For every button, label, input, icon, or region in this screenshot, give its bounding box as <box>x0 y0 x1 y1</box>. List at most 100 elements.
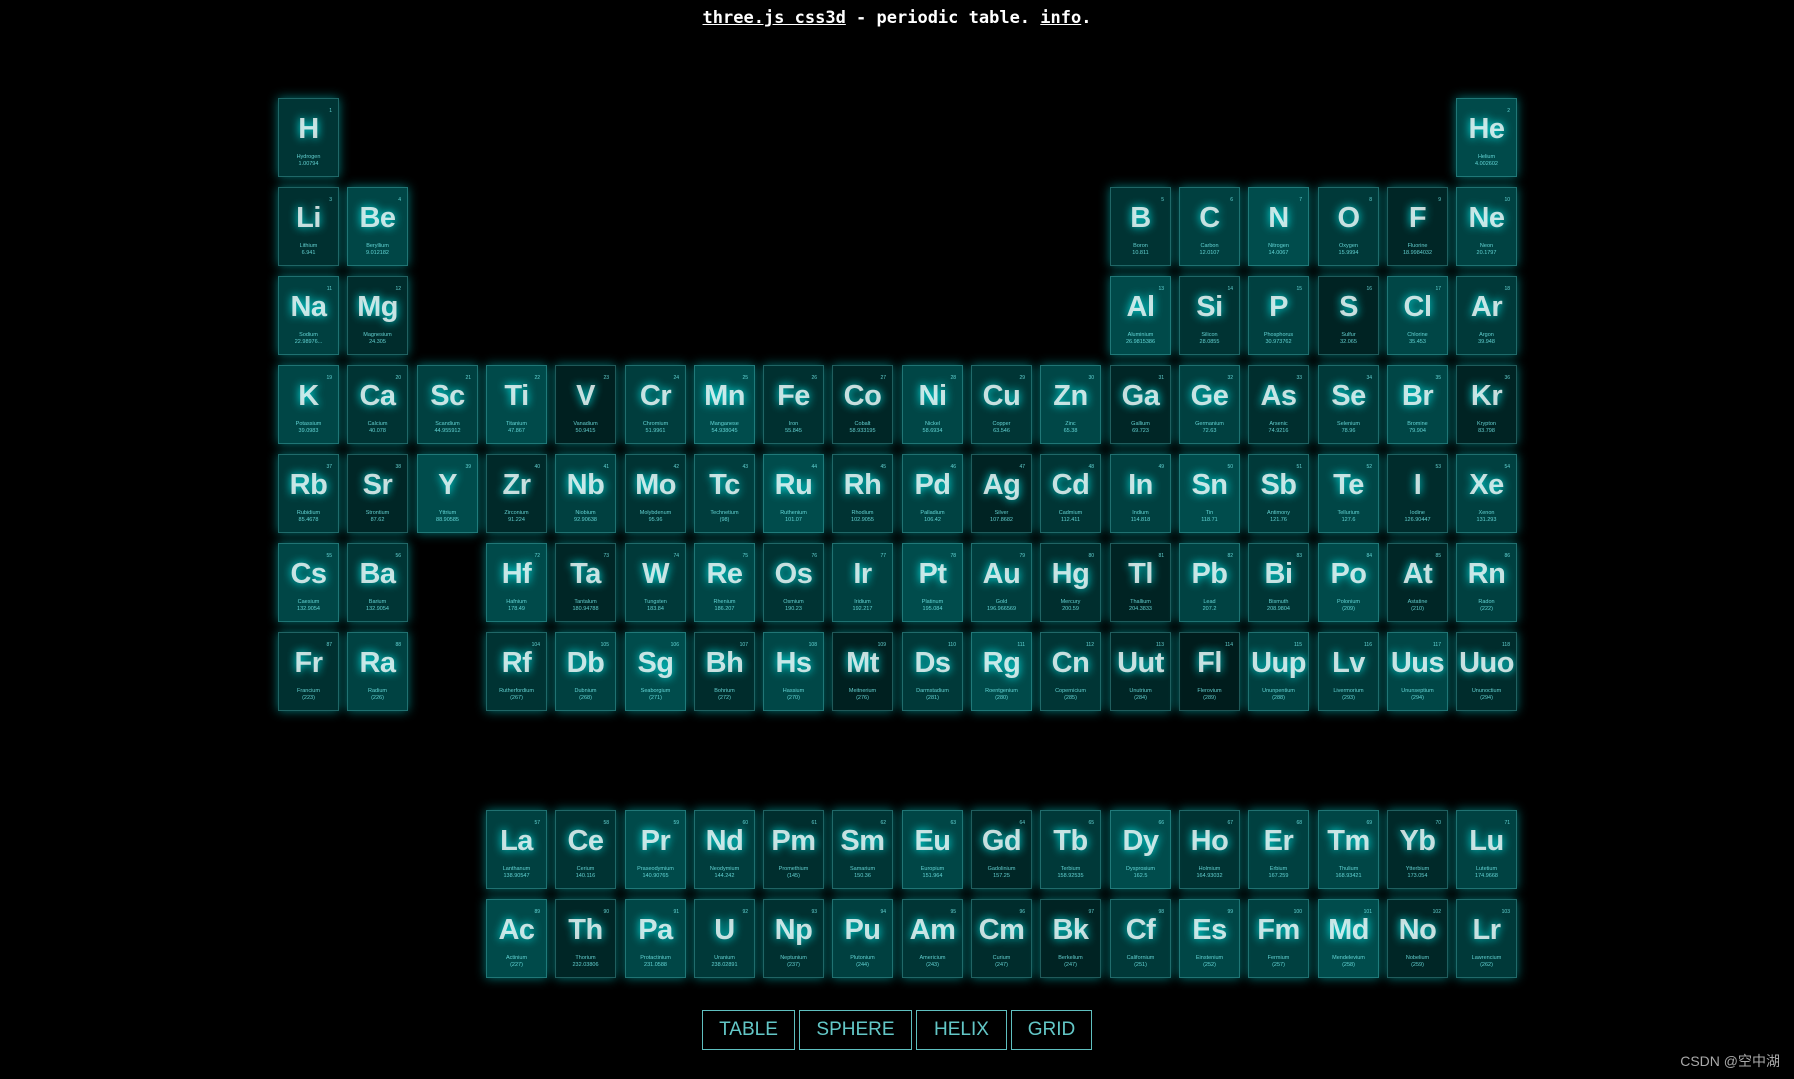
element-tile-ta[interactable]: 73 Ta Tantalum 180.94788 <box>555 543 616 622</box>
element-tile-rh[interactable]: 45 Rh Rhodium 102.9055 <box>832 454 893 533</box>
element-tile-po[interactable]: 84 Po Polonium (209) <box>1318 543 1379 622</box>
element-tile-uuo[interactable]: 118 Uuo Ununoctium (294) <box>1456 632 1517 711</box>
element-tile-mt[interactable]: 109 Mt Meitnerium (276) <box>832 632 893 711</box>
element-tile-rg[interactable]: 111 Rg Roentgenium (280) <box>971 632 1032 711</box>
element-tile-ne[interactable]: 10 Ne Neon 20.1797 <box>1456 187 1517 266</box>
element-tile-li[interactable]: 3 Li Lithium 6.941 <box>278 187 339 266</box>
element-tile-fr[interactable]: 87 Fr Francium (223) <box>278 632 339 711</box>
element-tile-db[interactable]: 105 Db Dubnium (268) <box>555 632 616 711</box>
element-tile-sg[interactable]: 106 Sg Seaborgium (271) <box>625 632 686 711</box>
element-tile-ge[interactable]: 32 Ge Germanium 72.63 <box>1179 365 1240 444</box>
element-tile-pb[interactable]: 82 Pb Lead 207.2 <box>1179 543 1240 622</box>
element-tile-lr[interactable]: 103 Lr Lawrencium (262) <box>1456 899 1517 978</box>
element-tile-bk[interactable]: 97 Bk Berkelium (247) <box>1040 899 1101 978</box>
element-tile-cm[interactable]: 96 Cm Curium (247) <box>971 899 1032 978</box>
element-tile-ru[interactable]: 44 Ru Ruthenium 101.07 <box>763 454 824 533</box>
element-tile-u[interactable]: 92 U Uranium 238.02891 <box>694 899 755 978</box>
element-tile-fe[interactable]: 26 Fe Iron 55.845 <box>763 365 824 444</box>
element-tile-tb[interactable]: 65 Tb Terbium 158.92535 <box>1040 810 1101 889</box>
element-tile-bi[interactable]: 83 Bi Bismuth 208.9804 <box>1248 543 1309 622</box>
element-tile-ac[interactable]: 89 Ac Actinium (227) <box>486 899 547 978</box>
element-tile-gd[interactable]: 64 Gd Gadolinium 157.25 <box>971 810 1032 889</box>
element-tile-pa[interactable]: 91 Pa Protactinium 231.0588 <box>625 899 686 978</box>
element-tile-kr[interactable]: 36 Kr Krypton 83.798 <box>1456 365 1517 444</box>
element-tile-al[interactable]: 13 Al Aluminium 26.9815386 <box>1110 276 1171 355</box>
element-tile-n[interactable]: 7 N Nitrogen 14.0067 <box>1248 187 1309 266</box>
element-tile-zn[interactable]: 30 Zn Zinc 65.38 <box>1040 365 1101 444</box>
helix-button[interactable]: HELIX <box>916 1010 1007 1050</box>
sphere-button[interactable]: SPHERE <box>799 1010 912 1050</box>
element-tile-bh[interactable]: 107 Bh Bohrium (272) <box>694 632 755 711</box>
element-tile-tm[interactable]: 69 Tm Thulium 168.93421 <box>1318 810 1379 889</box>
element-tile-v[interactable]: 23 V Vanadium 50.9415 <box>555 365 616 444</box>
element-tile-ag[interactable]: 47 Ag Silver 107.8682 <box>971 454 1032 533</box>
element-tile-na[interactable]: 11 Na Sodium 22.98976... <box>278 276 339 355</box>
element-tile-ba[interactable]: 56 Ba Barium 132.9054 <box>347 543 408 622</box>
element-tile-he[interactable]: 2 He Helium 4.002602 <box>1456 98 1517 177</box>
element-tile-p[interactable]: 15 P Phosphorus 30.973762 <box>1248 276 1309 355</box>
element-tile-cn[interactable]: 112 Cn Copernicium (285) <box>1040 632 1101 711</box>
element-tile-eu[interactable]: 63 Eu Europium 151.964 <box>902 810 963 889</box>
element-tile-nb[interactable]: 41 Nb Niobium 92.90638 <box>555 454 616 533</box>
element-tile-ar[interactable]: 18 Ar Argon 39.948 <box>1456 276 1517 355</box>
element-tile-fm[interactable]: 100 Fm Fermium (257) <box>1248 899 1309 978</box>
element-tile-pt[interactable]: 78 Pt Platinum 195.084 <box>902 543 963 622</box>
element-tile-tl[interactable]: 81 Tl Thallium 204.3833 <box>1110 543 1171 622</box>
element-tile-uut[interactable]: 113 Uut Unutrium (284) <box>1110 632 1171 711</box>
element-tile-cr[interactable]: 24 Cr Chromium 51.9961 <box>625 365 686 444</box>
element-tile-rf[interactable]: 104 Rf Rutherfordium (267) <box>486 632 547 711</box>
element-tile-pr[interactable]: 59 Pr Praseodymium 140.90765 <box>625 810 686 889</box>
element-tile-rb[interactable]: 37 Rb Rubidium 85.4678 <box>278 454 339 533</box>
element-tile-mo[interactable]: 42 Mo Molybdenum 95.96 <box>625 454 686 533</box>
element-tile-i[interactable]: 53 I Iodine 126.90447 <box>1387 454 1448 533</box>
element-tile-sm[interactable]: 62 Sm Samarium 150.36 <box>832 810 893 889</box>
element-tile-hg[interactable]: 80 Hg Mercury 200.59 <box>1040 543 1101 622</box>
element-tile-in[interactable]: 49 In Indium 114.818 <box>1110 454 1171 533</box>
element-tile-sr[interactable]: 38 Sr Strontium 87.62 <box>347 454 408 533</box>
element-tile-b[interactable]: 5 B Boron 10.811 <box>1110 187 1171 266</box>
table-button[interactable]: TABLE <box>702 1010 795 1050</box>
element-tile-rn[interactable]: 86 Rn Radon (222) <box>1456 543 1517 622</box>
element-tile-c[interactable]: 6 C Carbon 12.0107 <box>1179 187 1240 266</box>
element-tile-la[interactable]: 57 La Lanthanum 138.90547 <box>486 810 547 889</box>
element-tile-dy[interactable]: 66 Dy Dysprosium 162.5 <box>1110 810 1171 889</box>
element-tile-br[interactable]: 35 Br Bromine 79.904 <box>1387 365 1448 444</box>
element-tile-es[interactable]: 99 Es Einstenium (252) <box>1179 899 1240 978</box>
element-tile-sb[interactable]: 51 Sb Antimony 121.76 <box>1248 454 1309 533</box>
element-tile-er[interactable]: 68 Er Erbium 167.259 <box>1248 810 1309 889</box>
element-tile-au[interactable]: 79 Au Gold 196.966569 <box>971 543 1032 622</box>
element-tile-mg[interactable]: 12 Mg Magnesium 24.305 <box>347 276 408 355</box>
element-tile-ni[interactable]: 28 Ni Nickel 58.6934 <box>902 365 963 444</box>
element-tile-ra[interactable]: 88 Ra Radium (226) <box>347 632 408 711</box>
element-tile-si[interactable]: 14 Si Silicon 28.0855 <box>1179 276 1240 355</box>
element-tile-ce[interactable]: 58 Ce Cerium 140.116 <box>555 810 616 889</box>
element-tile-pu[interactable]: 94 Pu Plutonium (244) <box>832 899 893 978</box>
element-tile-am[interactable]: 95 Am Americium (243) <box>902 899 963 978</box>
element-tile-zr[interactable]: 40 Zr Zirconium 91.224 <box>486 454 547 533</box>
element-tile-lu[interactable]: 71 Lu Lutetium 174.9668 <box>1456 810 1517 889</box>
element-tile-w[interactable]: 74 W Tungsten 183.84 <box>625 543 686 622</box>
element-tile-o[interactable]: 8 O Oxygen 15.9994 <box>1318 187 1379 266</box>
element-tile-be[interactable]: 4 Be Beryllium 9.012182 <box>347 187 408 266</box>
element-tile-nd[interactable]: 60 Nd Neodymium 144.242 <box>694 810 755 889</box>
element-tile-ca[interactable]: 20 Ca Calcium 40.078 <box>347 365 408 444</box>
element-tile-cs[interactable]: 55 Cs Caesium 132.9054 <box>278 543 339 622</box>
element-tile-md[interactable]: 101 Md Mendelevium (258) <box>1318 899 1379 978</box>
element-tile-at[interactable]: 85 At Astatine (210) <box>1387 543 1448 622</box>
element-tile-th[interactable]: 90 Th Thorium 232.03806 <box>555 899 616 978</box>
element-tile-uup[interactable]: 115 Uup Ununpentium (288) <box>1248 632 1309 711</box>
element-tile-os[interactable]: 76 Os Osmium 190.23 <box>763 543 824 622</box>
element-tile-s[interactable]: 16 S Sulfur 32.065 <box>1318 276 1379 355</box>
element-tile-ds[interactable]: 110 Ds Darmstadium (281) <box>902 632 963 711</box>
element-tile-pd[interactable]: 46 Pd Palladium 106.42 <box>902 454 963 533</box>
element-tile-f[interactable]: 9 F Fluorine 18.9984032 <box>1387 187 1448 266</box>
element-tile-pm[interactable]: 61 Pm Promethium (145) <box>763 810 824 889</box>
element-tile-no[interactable]: 102 No Nobelium (259) <box>1387 899 1448 978</box>
element-tile-uus[interactable]: 117 Uus Ununseptium (294) <box>1387 632 1448 711</box>
element-tile-hs[interactable]: 108 Hs Hassium (270) <box>763 632 824 711</box>
element-tile-k[interactable]: 19 K Potassium 39.0983 <box>278 365 339 444</box>
element-tile-cu[interactable]: 29 Cu Copper 63.546 <box>971 365 1032 444</box>
element-tile-cd[interactable]: 48 Cd Cadmium 112.411 <box>1040 454 1101 533</box>
element-tile-y[interactable]: 39 Y Yttrium 88.90585 <box>417 454 478 533</box>
element-tile-ti[interactable]: 22 Ti Titanium 47.867 <box>486 365 547 444</box>
